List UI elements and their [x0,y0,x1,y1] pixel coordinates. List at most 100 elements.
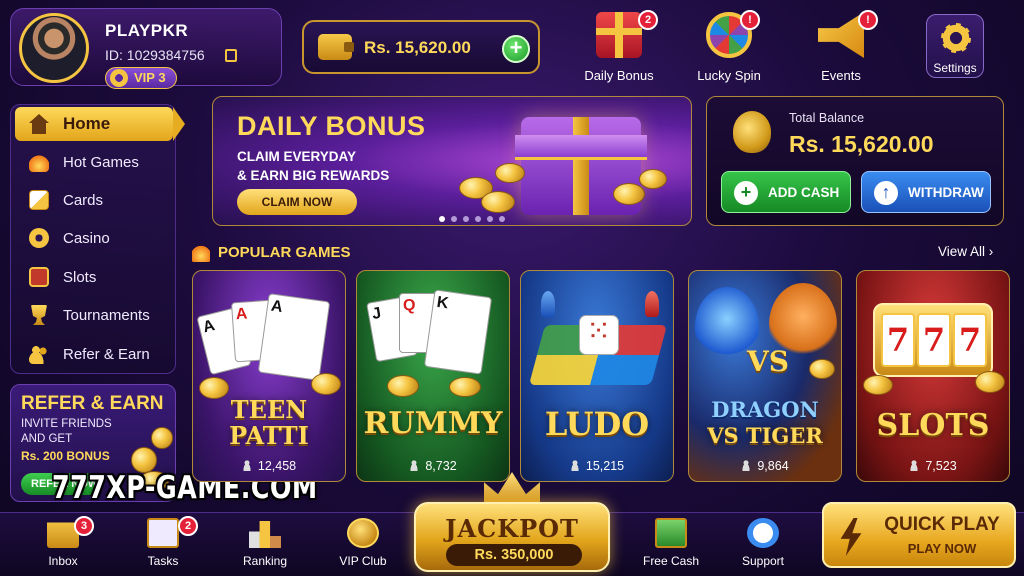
playing-card: K [423,289,493,375]
sidebar-item-label: Home [63,114,111,133]
daily-bonus-button[interactable]: 2 Daily Bonus [574,6,664,88]
sidebar-item-tournaments[interactable]: Tournaments [15,298,173,332]
bottom-nav-inbox[interactable]: 3 Inbox [28,514,98,574]
carousel-dot[interactable] [475,216,481,222]
refer-line-2: AND GET [21,433,73,445]
banner-subtitle: CLAIM EVERYDAY & EARN BIG REWARDS [237,147,389,185]
refer-title: REFER & EARN [21,393,164,414]
carousel-dots[interactable] [439,216,505,222]
total-balance-amount: Rs. 15,620.00 [789,131,934,157]
home-icon [29,114,49,134]
carousel-dot[interactable] [499,216,505,222]
sidebar-item-label: Tournaments [63,307,150,324]
player-count-value: 8,732 [425,459,457,473]
banner-line-2: & EARN BIG REWARDS [237,168,390,183]
game-title: SLOTS [876,408,990,443]
player-count-value: 15,215 [585,459,625,473]
bottom-nav-tasks[interactable]: 2 Tasks [128,514,198,574]
jackpot-title: JACKPOT [445,514,579,543]
withdraw-button[interactable]: ↑ WITHDRAW [861,171,991,213]
add-cash-button[interactable]: + ADD CASH [721,171,851,213]
coin-icon [495,163,525,183]
daily-bonus-banner[interactable]: DAILY BONUS CLAIM EVERYDAY & EARN BIG RE… [212,96,692,226]
coin-icon [809,359,835,379]
tasks-icon [147,518,179,548]
fire-icon [29,152,49,172]
events-label: Events [821,68,861,83]
player-count: 8,732 [357,459,509,473]
game-card-dragon-vs-tiger[interactable]: VS DRAGON VS TIGER 9,864 [688,270,842,482]
avatar[interactable] [19,13,89,83]
carousel-dot[interactable] [439,216,445,222]
sidebar-item-casino[interactable]: Casino [15,221,173,255]
game-art: J Q K [357,271,509,397]
sidebar-item-label: Refer & Earn [63,346,150,363]
jackpot-button[interactable]: JACKPOT Rs. 350,000 [414,502,610,572]
carousel-dot[interactable] [451,216,457,222]
refer-bonus: Rs. 200 BONUS [21,449,110,463]
lightning-icon [840,518,862,556]
profile-panel[interactable]: PLAYPKR ID: 1029384756 VIP 3 [10,8,282,89]
events-badge: ! [858,10,878,30]
refer-line-1: INVITE FRIENDS [21,418,112,430]
coin-icon [449,377,481,397]
add-funds-button[interactable]: + [502,35,530,63]
wallet-icon [318,34,354,60]
player-count-value: 9,864 [757,459,789,473]
carousel-dot[interactable] [487,216,493,222]
gift-icon [596,12,642,58]
game-card-teen-patti[interactable]: A A A TEEN PATTI 12,458 [192,270,346,482]
sidebar-item-slots[interactable]: Slots [15,260,173,294]
slots-icon [29,267,49,287]
quick-play-button[interactable]: QUICK PLAY PLAY NOW [822,502,1016,568]
game-art: 7 7 7 [857,271,1009,395]
casino-chip-icon [29,228,49,248]
sidebar-item-label: Slots [63,269,97,286]
vip-level: VIP 3 [134,70,166,85]
headset-icon [747,518,779,548]
game-card-slots[interactable]: 7 7 7 SLOTS 7,523 [856,270,1010,482]
bottom-nav-label: Ranking [242,554,288,568]
lucky-spin-badge: ! [740,10,760,30]
bottom-nav-label: Inbox [48,554,78,568]
sidebar-item-refer-earn[interactable]: Refer & Earn [15,337,173,371]
sidebar-item-label: Cards [63,192,104,209]
game-card-rummy[interactable]: J Q K RUMMY 8,732 [356,270,510,482]
view-all-link[interactable]: View All › [938,244,993,259]
coin-icon [613,183,645,205]
events-button[interactable]: ! Events [796,6,886,88]
vip-badge[interactable]: VIP 3 [105,67,177,89]
settings-label: Settings [933,61,977,75]
sidebar-item-cards[interactable]: Cards [15,183,173,217]
copy-icon[interactable] [225,49,237,62]
tasks-badge: 2 [178,516,198,536]
fire-icon [192,242,210,262]
bottom-nav-ranking[interactable]: Ranking [230,514,300,574]
slot-reel: 7 [953,313,987,367]
player-count: 9,864 [689,459,841,473]
bottom-nav-free-cash[interactable]: Free Cash [636,514,706,574]
bottom-nav-label: VIP Club [339,554,387,568]
playing-card: A [257,293,331,381]
carousel-dot[interactable] [463,216,469,222]
withdraw-label: WITHDRAW [908,185,984,200]
lucky-spin-button[interactable]: ! Lucky Spin [684,6,774,88]
bottom-nav-vip-club[interactable]: VIP Club [328,514,398,574]
coin-icon [387,375,419,397]
sidebar-item-hot-games[interactable]: Hot Games [15,145,173,179]
sidebar: Home Hot Games Cards Casino Slots Tourna… [10,104,185,374]
game-card-ludo[interactable]: LUDO 15,215 [520,270,674,482]
total-balance-label: Total Balance [789,111,865,125]
slot-reel: 7 [881,313,915,367]
bottom-nav-support[interactable]: Support [728,514,798,574]
settings-button[interactable]: Settings [926,14,984,78]
coin-icon [481,191,515,213]
wallet-balance[interactable]: Rs. 15,620.00 + [302,20,540,74]
vip-icon [347,518,379,548]
sidebar-item-home[interactable]: Home [15,107,185,141]
player-count: 12,458 [193,459,345,473]
bottom-nav-label: Tasks [147,554,179,568]
player-id: ID: 1029384756 [105,47,205,63]
claim-now-button[interactable]: CLAIM NOW [237,189,357,215]
podium-icon [249,521,281,548]
